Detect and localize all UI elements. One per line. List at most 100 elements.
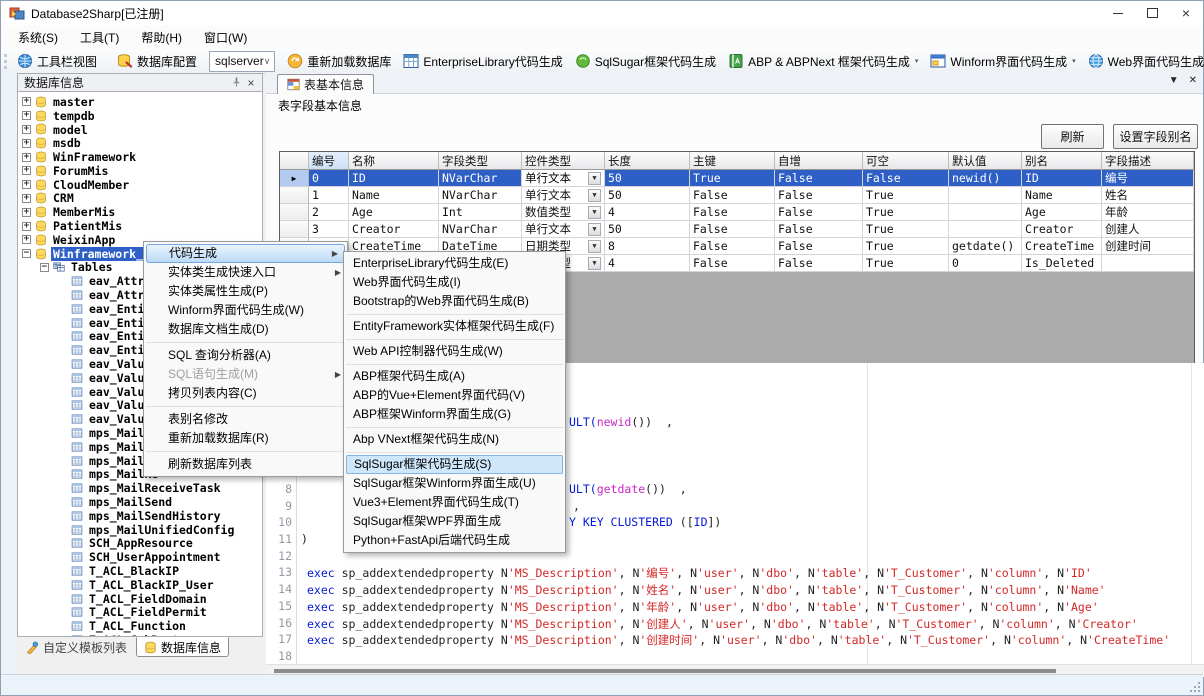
context-menu-item-3[interactable]: Winform界面代码生成(W) xyxy=(144,301,347,320)
grid-column-header[interactable]: 默认值 xyxy=(949,152,1022,170)
toolbar-button-web[interactable]: Web界面代码生成▾ xyxy=(1082,50,1204,73)
dropdown-arrow-icon[interactable]: ▼ xyxy=(588,172,601,185)
grid-row-header[interactable] xyxy=(280,221,309,238)
context-menu-item-13[interactable]: 刷新数据库列表 xyxy=(144,455,347,474)
context-menu-item-0[interactable]: 代码生成▶ xyxy=(146,244,345,263)
tree-node-database[interactable]: +MemberMis xyxy=(18,205,262,219)
expand-icon[interactable]: + xyxy=(22,208,31,217)
expand-icon[interactable]: + xyxy=(22,222,31,231)
dropdown-arrow-icon[interactable]: ▼ xyxy=(588,257,601,270)
database-type-combo[interactable]: sqlserver∨ xyxy=(209,51,275,72)
grid-column-header[interactable]: 别名 xyxy=(1022,152,1102,170)
maximize-button[interactable] xyxy=(1135,1,1169,25)
grid-column-header[interactable]: 自增 xyxy=(775,152,863,170)
submenu-item-6[interactable]: Web API控制器代码生成(W) xyxy=(344,342,565,361)
tree-node-table[interactable]: mps_MailSendHistory xyxy=(18,509,262,523)
expand-icon[interactable]: + xyxy=(22,97,31,106)
grid-column-header[interactable]: 主键 xyxy=(690,152,775,170)
grid-column-header[interactable]: 长度 xyxy=(605,152,690,170)
toolbar-button-sqlsugar[interactable]: SqlSugar框架代码生成 xyxy=(569,50,722,73)
tree-node-database[interactable]: +PatientMis xyxy=(18,219,262,233)
context-menu-item-1[interactable]: 实体类生成快速入口▶ xyxy=(144,263,347,282)
minimize-button[interactable] xyxy=(1101,1,1135,25)
tree-node-database[interactable]: +model xyxy=(18,123,262,137)
collapse-icon[interactable]: − xyxy=(40,263,49,272)
grid-row[interactable]: 1NameNVarChar单行文本▼50FalseFalseTrueName姓名 xyxy=(280,187,1194,204)
context-menu-item-11[interactable]: 重新加载数据库(R) xyxy=(144,429,347,448)
tree-node-table[interactable]: mps_MailUnifiedConfig xyxy=(18,523,262,537)
tree-node-table[interactable]: mps_MailReceiveTask xyxy=(18,481,262,495)
expand-icon[interactable]: + xyxy=(22,139,31,148)
tab-dropdown-icon[interactable]: ▼ xyxy=(1169,75,1179,86)
refresh-button[interactable]: 刷新 xyxy=(1041,124,1104,149)
expand-icon[interactable]: + xyxy=(22,125,31,134)
dropdown-arrow-icon[interactable]: ▼ xyxy=(588,240,601,253)
expand-icon[interactable]: + xyxy=(22,235,31,244)
grid-row[interactable]: 2AgeInt数值类型▼4FalseFalseTrueAge年龄 xyxy=(280,204,1194,221)
collapse-icon[interactable]: − xyxy=(22,249,31,258)
grid-column-header[interactable]: 编号 xyxy=(309,152,349,170)
expand-icon[interactable]: + xyxy=(22,166,31,175)
panel-close-icon[interactable]: × xyxy=(244,76,258,90)
submenu-item-10[interactable]: ABP框架Winform界面生成(G) xyxy=(344,405,565,424)
grid-row-header[interactable]: ▶ xyxy=(280,170,309,187)
grid-combo-cell[interactable]: 数值类型▼ xyxy=(522,204,605,221)
tree-node-table[interactable]: T_ACL_FieldDomain xyxy=(18,592,262,606)
toolbar-button-winform[interactable]: Winform界面代码生成▾ xyxy=(924,50,1081,73)
submenu-item-9[interactable]: ABP的Vue+Element界面代码(V) xyxy=(344,386,565,405)
tree-node-table[interactable]: T_ACL_Function xyxy=(18,619,262,633)
submenu-item-1[interactable]: Web界面代码生成(I) xyxy=(344,273,565,292)
grid-row-header[interactable] xyxy=(280,204,309,221)
tree-node-database[interactable]: +WinFramework xyxy=(18,150,262,164)
submenu-item-18[interactable]: Python+FastApi后端代码生成 xyxy=(344,531,565,550)
grid-combo-cell[interactable]: 单行文本▼ xyxy=(522,170,605,187)
scrollbar-thumb[interactable] xyxy=(274,669,1056,673)
toolbar-button-abp[interactable]: ABP & ABPNext 框架代码生成▾ xyxy=(722,50,924,73)
expand-icon[interactable]: + xyxy=(22,153,31,162)
resize-grip[interactable] xyxy=(1187,679,1200,692)
grid-combo-cell[interactable]: 单行文本▼ xyxy=(522,187,605,204)
submenu-item-15[interactable]: SqlSugar框架Winform界面生成(U) xyxy=(344,474,565,493)
pin-icon[interactable] xyxy=(230,76,244,89)
menubar-item-1[interactable]: 工具(T) xyxy=(69,25,130,50)
grid-combo-cell[interactable]: 单行文本▼ xyxy=(522,221,605,238)
grid-row[interactable]: 3CreatorNVarChar单行文本▼50FalseFalseTrueCre… xyxy=(280,221,1194,238)
sidebar-tab-1[interactable]: 数据库信息 xyxy=(136,637,229,657)
menubar-item-0[interactable]: 系统(S) xyxy=(7,25,69,50)
close-button[interactable]: × xyxy=(1169,1,1203,25)
grid-column-header[interactable]: 控件类型 xyxy=(522,152,605,170)
toolbar-button-reload[interactable]: 重新加载数据库 xyxy=(281,50,397,73)
toolbar-button-dbconfig[interactable]: 数据库配置 xyxy=(111,50,203,73)
submenu-item-0[interactable]: EnterpriseLibrary代码生成(E) xyxy=(344,254,565,273)
tree-node-table[interactable]: mps_MailSend xyxy=(18,495,262,509)
tree-node-database[interactable]: +ForumMis xyxy=(18,164,262,178)
grid-column-header[interactable]: 字段类型 xyxy=(439,152,522,170)
context-menu-item-6[interactable]: SQL 查询分析器(A) xyxy=(144,346,347,365)
submenu-item-12[interactable]: Abp VNext框架代码生成(N) xyxy=(344,430,565,449)
context-menu-item-7[interactable]: SQL语句生成(M)▶ xyxy=(144,365,347,384)
dropdown-arrow-icon[interactable]: ▼ xyxy=(588,206,601,219)
tab-table-basic-info[interactable]: 表基本信息 xyxy=(277,74,374,94)
grid-column-header[interactable]: 字段描述 xyxy=(1102,152,1194,170)
context-menu-item-10[interactable]: 表别名修改 xyxy=(144,410,347,429)
dropdown-arrow-icon[interactable]: ▼ xyxy=(588,223,601,236)
context-menu-item-4[interactable]: 数据库文档生成(D) xyxy=(144,320,347,339)
menubar-item-3[interactable]: 窗口(W) xyxy=(193,25,258,50)
grid-column-header[interactable]: 可空 xyxy=(863,152,949,170)
toolbar-button-globe[interactable]: 工具栏视图 xyxy=(11,50,103,73)
grid-column-header[interactable]: 名称 xyxy=(349,152,439,170)
tree-node-table[interactable]: SCH_AppResource xyxy=(18,537,262,551)
context-menu-item-8[interactable]: 拷贝列表内容(C) xyxy=(144,384,347,403)
submenu-item-4[interactable]: EntityFramework实体框架代码生成(F) xyxy=(344,317,565,336)
grid-row[interactable]: ▶0IDNVarChar单行文本▼50TrueFalseFalsenewid()… xyxy=(280,170,1194,187)
submenu-item-2[interactable]: Bootstrap的Web界面代码生成(B) xyxy=(344,292,565,311)
tree-node-database[interactable]: +CRM xyxy=(18,192,262,206)
expand-icon[interactable]: + xyxy=(22,194,31,203)
menubar-item-2[interactable]: 帮助(H) xyxy=(130,25,193,50)
expand-icon[interactable]: + xyxy=(22,180,31,189)
expand-icon[interactable]: + xyxy=(22,111,31,120)
dropdown-arrow-icon[interactable]: ▼ xyxy=(588,189,601,202)
submenu-item-16[interactable]: Vue3+Element界面代码生成(T) xyxy=(344,493,565,512)
grid-row-header[interactable] xyxy=(280,187,309,204)
submenu-item-17[interactable]: SqlSugar框架WPF界面生成 xyxy=(344,512,565,531)
